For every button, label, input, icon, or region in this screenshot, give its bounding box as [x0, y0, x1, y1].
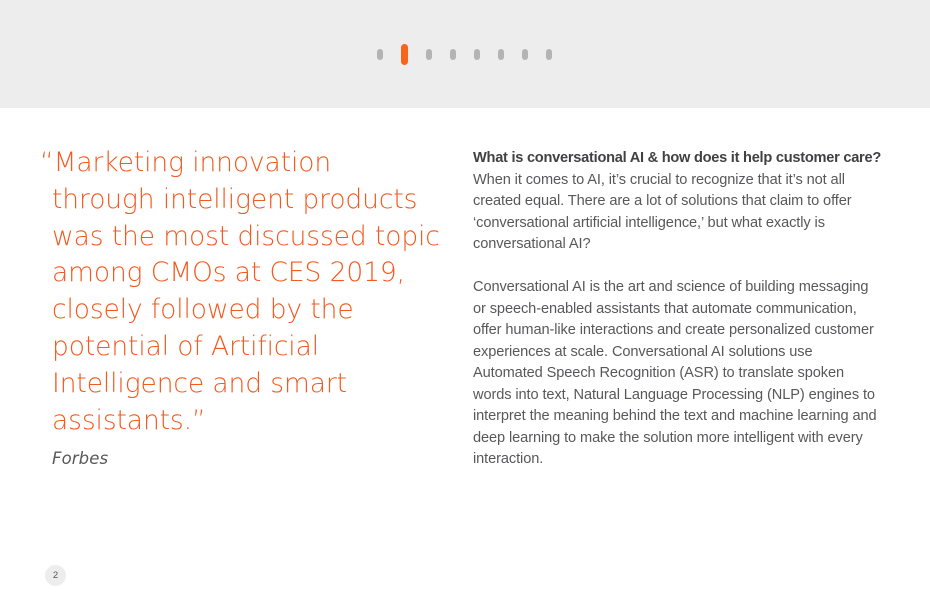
pagination-dot-2[interactable] [400, 43, 408, 65]
pagination-dot-6[interactable] [497, 48, 504, 60]
top-pagination-bar [0, 0, 930, 108]
article-column: What is conversational AI & how does it … [473, 148, 885, 471]
pagination-dot-8[interactable] [545, 48, 552, 60]
pagination-dot-4[interactable] [449, 48, 456, 60]
slide-content: “Marketing innovation through intelligen… [0, 108, 930, 600]
article-paragraph: Conversational AI is the art and science… [473, 279, 881, 467]
pagination-dot-7[interactable] [521, 48, 528, 60]
slide-pagination [0, 0, 930, 108]
pagination-dot-1[interactable] [376, 48, 383, 60]
pagination-dot-5[interactable] [473, 48, 480, 60]
pagination-dot-3[interactable] [425, 48, 432, 60]
pull-quote-column: “Marketing innovation through intelligen… [40, 145, 440, 468]
pull-quote-attribution: Forbes [52, 449, 109, 469]
pagination-dot-track [376, 43, 552, 65]
article-paragraph: When it comes to AI, it’s crucial to rec… [473, 171, 856, 253]
slide-root: “Marketing innovation through intelligen… [0, 0, 930, 600]
page-number-badge[interactable]: 2 [45, 565, 66, 586]
pull-quote-text: “Marketing innovation through intelligen… [40, 147, 449, 436]
article-heading: What is conversational AI & how does it … [473, 150, 882, 166]
